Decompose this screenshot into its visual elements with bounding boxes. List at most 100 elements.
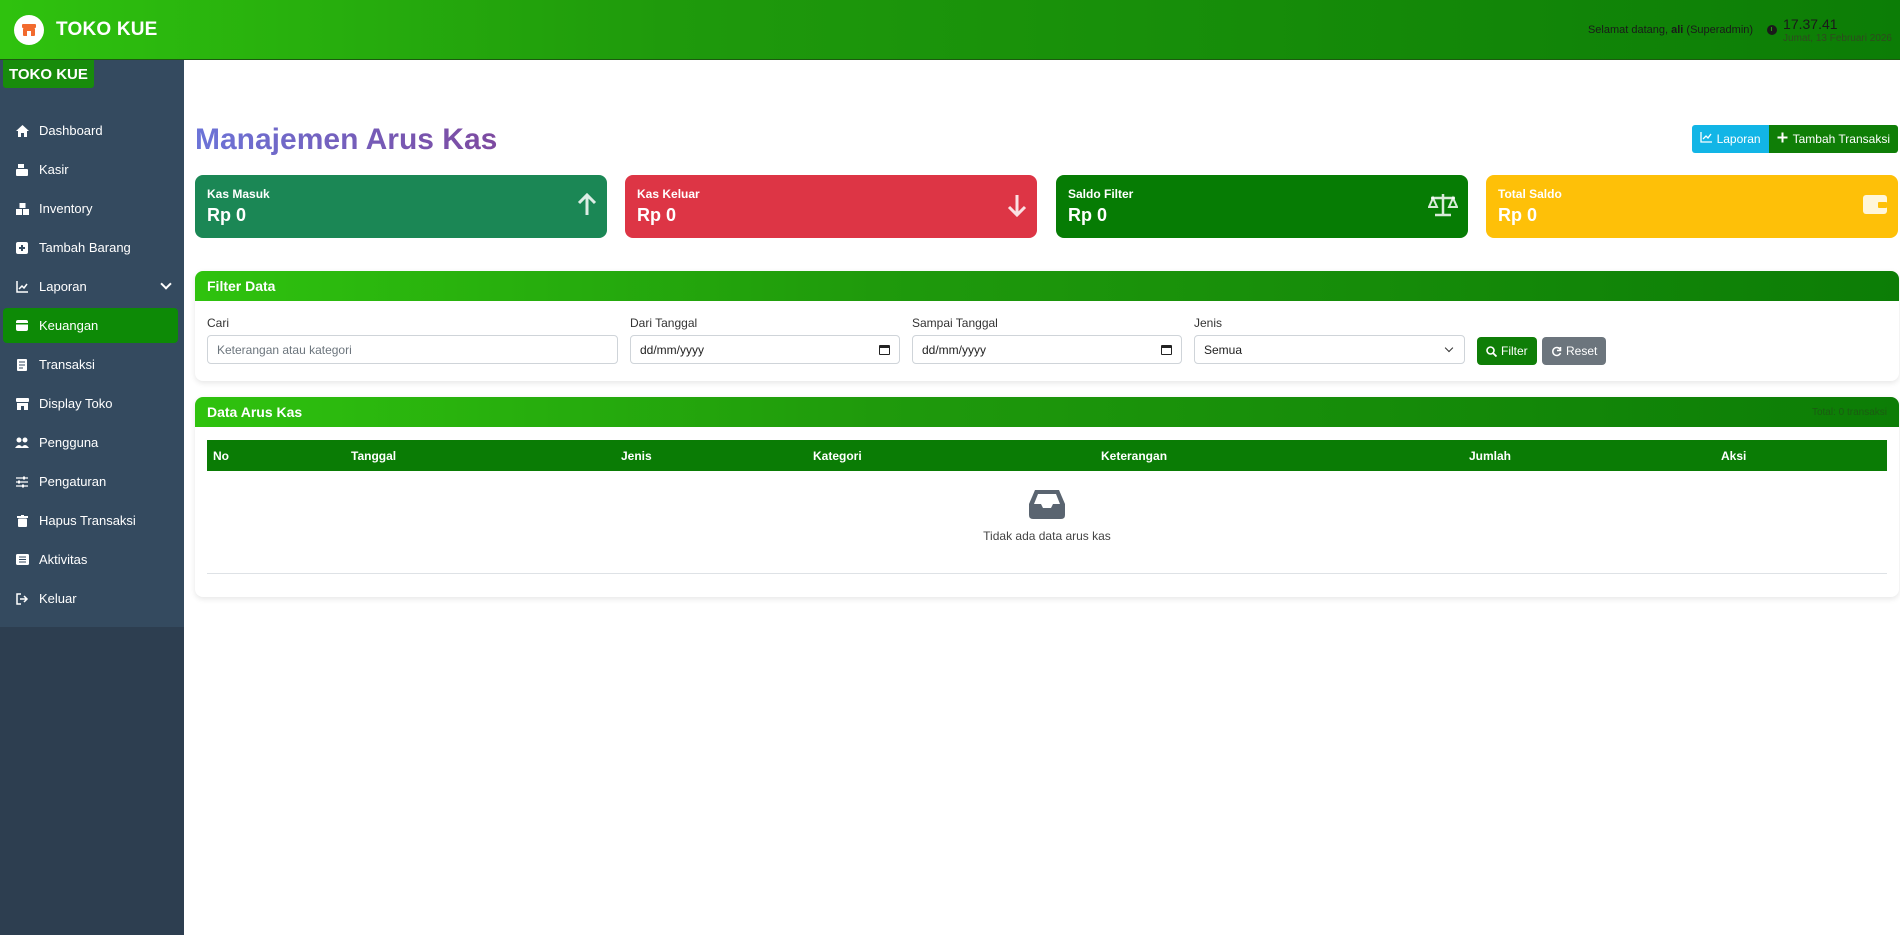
balance-scale-icon	[1427, 193, 1459, 222]
sidebar-item-label: Dashboard	[39, 123, 103, 138]
calendar-icon[interactable]	[1161, 345, 1172, 355]
sidebar-item-pengguna[interactable]: Pengguna	[3, 425, 178, 460]
page-title: Manajemen Arus Kas	[195, 123, 498, 156]
stat-card-kas-keluar: Kas Keluar Rp 0	[625, 175, 1037, 238]
sidebar-item-kasir[interactable]: Kasir	[3, 152, 178, 187]
sidebar-item-label: Kasir	[39, 162, 69, 177]
sidebar-item-label: Display Toko	[39, 396, 113, 411]
sampai-tanggal-group: Sampai Tanggal dd/mm/yyyy	[912, 316, 1182, 364]
sidebar-item-aktivitas[interactable]: Aktivitas	[3, 542, 178, 577]
cash-register-icon	[15, 163, 29, 176]
clock-icon	[1767, 25, 1778, 35]
tambah-transaksi-label: Tambah Transaksi	[1792, 132, 1890, 146]
filter-panel: Filter Data Cari Keterangan atau kategor…	[195, 271, 1899, 381]
sidebar-item-keluar[interactable]: Keluar	[3, 581, 178, 616]
search-input[interactable]: Keterangan atau kategori	[207, 335, 618, 364]
sidebar-item-transaksi[interactable]: Transaksi	[3, 347, 178, 382]
cari-label: Cari	[207, 316, 230, 330]
sidebar-brand[interactable]: TOKO KUE	[3, 60, 94, 88]
stat-card-saldo-filter: Saldo Filter Rp 0	[1056, 175, 1468, 238]
stat-label: Kas Keluar	[637, 187, 700, 201]
column-header[interactable]: Tanggal	[351, 449, 396, 463]
stat-value: Rp 0	[1498, 205, 1538, 225]
dari-tanggal-label: Dari Tanggal	[630, 316, 698, 330]
column-header[interactable]: Kategori	[813, 449, 862, 463]
wallet-icon	[15, 320, 29, 331]
reset-button-label: Reset	[1566, 344, 1598, 358]
sidebar-item-laporan[interactable]: Laporan	[3, 269, 178, 304]
laporan-button[interactable]: Laporan	[1691, 125, 1769, 153]
filter-panel-header: Filter Data	[195, 271, 1899, 301]
page-actions: Laporan Tambah Transaksi	[1691, 125, 1898, 153]
tambah-transaksi-button[interactable]: Tambah Transaksi	[1768, 125, 1898, 153]
sidebar-item-label: Aktivitas	[39, 552, 88, 567]
sidebar-item-label: Hapus Transaksi	[39, 513, 136, 528]
chart-line-icon	[1699, 132, 1712, 146]
jenis-select[interactable]: Semua	[1194, 335, 1465, 364]
sidebar-item-label: Transaksi	[39, 357, 95, 372]
clock-time: 17.37.41	[1783, 16, 1838, 32]
sidebar: TOKO KUE Dashboard Kasir Inventory Tamba…	[0, 60, 184, 935]
sidebar-item-label: Tambah Barang	[39, 240, 131, 255]
jenis-group: Jenis Semua	[1194, 316, 1465, 364]
sidebar-item-label: Pengguna	[39, 435, 99, 450]
total-transaksi: Total: 0 transaksi	[1811, 406, 1887, 418]
sidebar-nav: Dashboard Kasir Inventory Tambah Barang …	[0, 113, 184, 620]
dari-tanggal-value: dd/mm/yyyy	[640, 342, 705, 357]
sidebar-item-dashboard[interactable]: Dashboard	[3, 113, 178, 148]
plus-icon	[1777, 132, 1788, 146]
sidebar-item-hapus-transaksi[interactable]: Hapus Transaksi	[3, 503, 178, 538]
stat-card-total-saldo: Total Saldo Rp 0	[1486, 175, 1898, 238]
column-header[interactable]: No	[213, 449, 229, 463]
sign-out-icon	[15, 592, 29, 605]
sidebar-item-keuangan[interactable]: Keuangan	[3, 308, 178, 343]
data-arus-kas-panel: Data Arus Kas Total: 0 transaksi No Tang…	[195, 397, 1899, 597]
list-icon	[15, 554, 29, 565]
filter-button[interactable]: Filter	[1477, 337, 1537, 365]
sliders-icon	[15, 476, 29, 488]
sidebar-item-tambah-barang[interactable]: Tambah Barang	[3, 230, 178, 265]
brand[interactable]: TOKO KUE	[14, 14, 158, 45]
calendar-icon[interactable]	[879, 345, 890, 355]
sampai-tanggal-label: Sampai Tanggal	[912, 316, 998, 330]
column-header[interactable]: Keterangan	[1101, 449, 1167, 463]
jenis-label: Jenis	[1194, 316, 1223, 330]
column-header[interactable]: Jenis	[621, 449, 652, 463]
chevron-down-icon[interactable]	[160, 278, 172, 290]
sidebar-item-inventory[interactable]: Inventory	[3, 191, 178, 226]
dari-tanggal-input[interactable]: dd/mm/yyyy	[630, 335, 900, 364]
column-header[interactable]: Jumlah	[1469, 449, 1511, 463]
search-icon	[1486, 345, 1497, 357]
trash-icon	[15, 514, 29, 527]
plus-square-icon	[15, 241, 29, 254]
clock-date: Jumat, 13 Februari 2026	[1783, 33, 1892, 44]
stat-label: Total Saldo	[1498, 187, 1562, 201]
clock: 17.37.41 Jumat, 13 Februari 2026	[1767, 16, 1892, 44]
sidebar-item-pengaturan[interactable]: Pengaturan	[3, 464, 178, 499]
brand-title: TOKO KUE	[56, 18, 158, 40]
chart-line-icon	[15, 280, 29, 293]
sampai-tanggal-input[interactable]: dd/mm/yyyy	[912, 335, 1182, 364]
user-role: (Superadmin)	[1686, 24, 1754, 36]
wallet-icon	[1862, 193, 1888, 220]
sidebar-item-label: Keuangan	[39, 318, 99, 333]
stat-value: Rp 0	[637, 205, 677, 225]
arrow-up-icon	[577, 192, 597, 222]
data-panel-title: Data Arus Kas	[207, 404, 303, 420]
main-content: Manajemen Arus Kas Laporan Tambah Transa…	[184, 60, 1900, 935]
filter-button-label: Filter	[1501, 344, 1528, 358]
store-logo-icon	[14, 14, 44, 45]
reset-button[interactable]: Reset	[1542, 337, 1607, 365]
data-panel-header: Data Arus Kas Total: 0 transaksi	[195, 397, 1899, 427]
home-icon	[15, 124, 29, 137]
column-header[interactable]: Aksi	[1721, 449, 1746, 463]
receipt-icon	[15, 358, 29, 371]
welcome-text: Selamat datang, ali (Superadmin)	[1588, 24, 1753, 36]
arrow-down-icon	[1007, 193, 1027, 222]
sidebar-item-display-toko[interactable]: Display Toko	[3, 386, 178, 421]
users-icon	[15, 437, 29, 449]
sampai-tanggal-value: dd/mm/yyyy	[922, 342, 987, 357]
cari-group: Cari Keterangan atau kategori	[207, 316, 618, 364]
inbox-icon	[1028, 488, 1066, 520]
stat-value: Rp 0	[207, 205, 247, 225]
